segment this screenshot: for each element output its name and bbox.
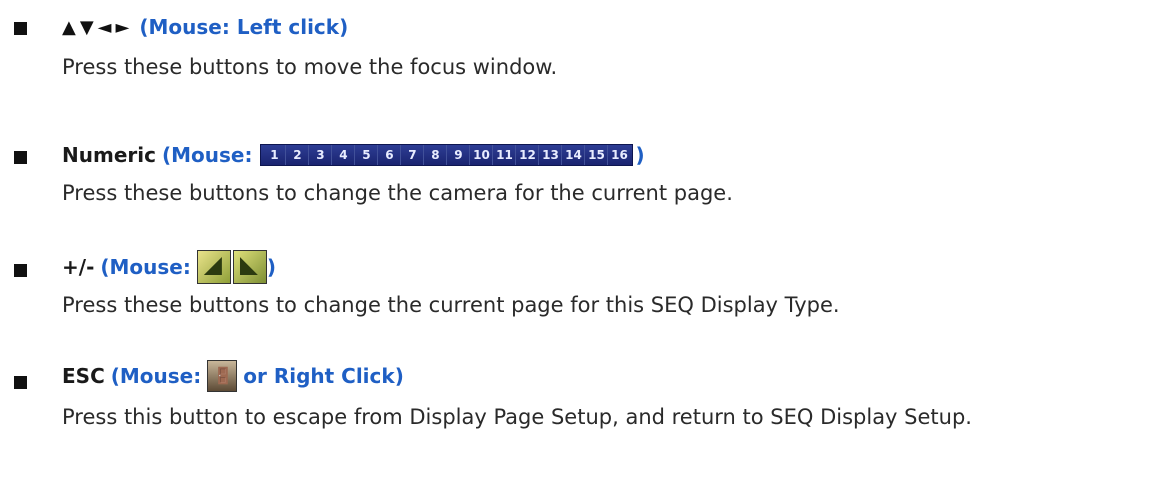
camera-button-16[interactable]: 16 <box>608 145 630 165</box>
camera-button-13[interactable]: 13 <box>539 145 563 165</box>
camera-button-1[interactable]: 1 <box>263 145 287 165</box>
esc-heading: ESC (Mouse: or Right Click) <box>62 360 404 392</box>
arrows-heading: ▲▼◄► (Mouse: Left click) <box>62 15 348 39</box>
camera-button-3[interactable]: 3 <box>309 145 333 165</box>
esc-description: Press this button to escape from Display… <box>62 405 972 429</box>
page-up-icon[interactable] <box>196 250 231 284</box>
mouse-hint-open: (Mouse: <box>110 364 202 388</box>
mouse-hint-close: or Right Click) <box>243 364 404 388</box>
camera-button-5[interactable]: 5 <box>355 145 379 165</box>
mouse-hint-close: ) <box>266 255 277 279</box>
camera-button-7[interactable]: 7 <box>401 145 425 165</box>
camera-button-10[interactable]: 10 <box>470 145 494 165</box>
plus-minus-label: +/- <box>62 255 95 279</box>
esc-label: ESC <box>62 364 105 388</box>
mouse-hint-open: (Mouse: <box>100 255 191 279</box>
plus-minus-heading: +/- (Mouse: ) <box>62 250 276 284</box>
arrows-description: Press these buttons to move the focus wi… <box>62 55 558 79</box>
page-down-icon[interactable] <box>232 250 267 284</box>
numeric-label: Numeric <box>62 143 156 167</box>
arrow-keys-icon: ▲▼◄► <box>62 16 134 38</box>
bullet-icon <box>14 376 27 389</box>
camera-button-9[interactable]: 9 <box>447 145 471 165</box>
camera-button-4[interactable]: 4 <box>332 145 356 165</box>
bullet-icon <box>14 264 27 277</box>
mouse-hint-close: ) <box>635 143 645 167</box>
camera-button-15[interactable]: 15 <box>585 145 609 165</box>
mouse-hint-open: (Mouse: <box>161 143 253 167</box>
bullet-icon <box>14 151 27 164</box>
camera-button-14[interactable]: 14 <box>562 145 586 165</box>
bullet-icon <box>14 22 27 35</box>
numeric-description: Press these buttons to change the camera… <box>62 181 733 205</box>
camera-button-2[interactable]: 2 <box>286 145 310 165</box>
numeric-heading: Numeric (Mouse: 1 2 3 4 5 6 7 8 9 10 11 12 13 14 15 16 … <box>62 143 645 167</box>
camera-button-6[interactable]: 6 <box>378 145 402 165</box>
mouse-hint: (Mouse: Left click) <box>139 15 349 39</box>
exit-door-icon[interactable] <box>207 360 238 392</box>
camera-button-8[interactable]: 8 <box>424 145 448 165</box>
camera-button-12[interactable]: 12 <box>516 145 540 165</box>
plus-minus-description: Press these buttons to change the curren… <box>62 293 840 317</box>
camera-button-11[interactable]: 11 <box>493 145 517 165</box>
camera-number-buttons[interactable]: 1 2 3 4 5 6 7 8 9 10 11 12 13 14 15 16 <box>260 144 634 166</box>
